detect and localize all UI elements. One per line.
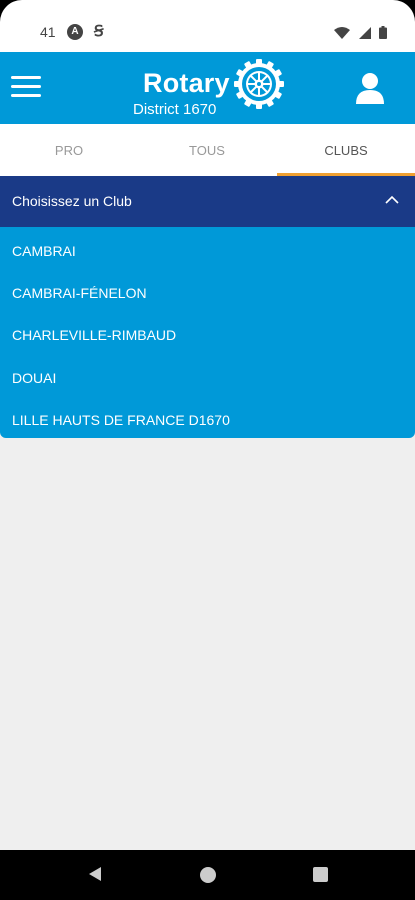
club-item-charleville-rimbaud[interactable]: CHARLEVILLE-RIMBAUD — [12, 327, 176, 347]
system-nav-bar — [0, 850, 415, 900]
brand-district: District 1670 — [133, 101, 217, 118]
rotary-wheel-logo — [234, 59, 284, 109]
club-item-lille-hauts-de-france[interactable]: LILLE HAUTS DE FRANCE D1670 — [12, 412, 230, 432]
tab-pro[interactable]: PRO — [0, 124, 138, 176]
club-selector-header[interactable]: Choisissez un Club — [0, 176, 415, 227]
home-icon[interactable] — [200, 867, 216, 883]
s-icon: Ꞩ — [94, 23, 104, 40]
main-content: Choisissez un Club CAMBRAI CAMBRAI-FÉNEL… — [0, 176, 415, 850]
user-profile-icon[interactable] — [356, 72, 384, 104]
accessibility-a-icon: A — [67, 24, 83, 40]
status-bar: 41 A Ꞩ — [0, 0, 415, 52]
club-item-cambrai[interactable]: CAMBRAI — [12, 243, 76, 263]
tab-tous[interactable]: TOUS — [138, 124, 276, 176]
club-item-douai[interactable]: DOUAI — [12, 370, 56, 390]
club-selector-title: Choisissez un Club — [12, 193, 132, 209]
status-right-icons — [330, 24, 387, 42]
back-icon[interactable] — [88, 866, 102, 882]
tab-clubs[interactable]: CLUBS — [277, 124, 415, 176]
hamburger-menu-icon[interactable] — [11, 76, 41, 100]
signal-icon — [358, 26, 371, 39]
wifi-icon — [334, 26, 351, 39]
battery-icon — [379, 26, 387, 40]
app-header: Rotary District 1670 — [0, 52, 415, 124]
phone-screen: 41 A Ꞩ Rotary District 1670 PRO TOUS CLU… — [0, 0, 415, 900]
tab-bar: PRO TOUS CLUBS — [0, 124, 415, 176]
status-time: 41 — [40, 24, 56, 40]
recents-icon[interactable] — [313, 867, 328, 882]
chevron-up-icon — [385, 195, 399, 204]
brand-name: Rotary — [143, 68, 230, 98]
club-item-cambrai-fenelon[interactable]: CAMBRAI-FÉNELON — [12, 285, 147, 305]
club-selector-dropdown: Choisissez un Club CAMBRAI CAMBRAI-FÉNEL… — [0, 176, 415, 438]
